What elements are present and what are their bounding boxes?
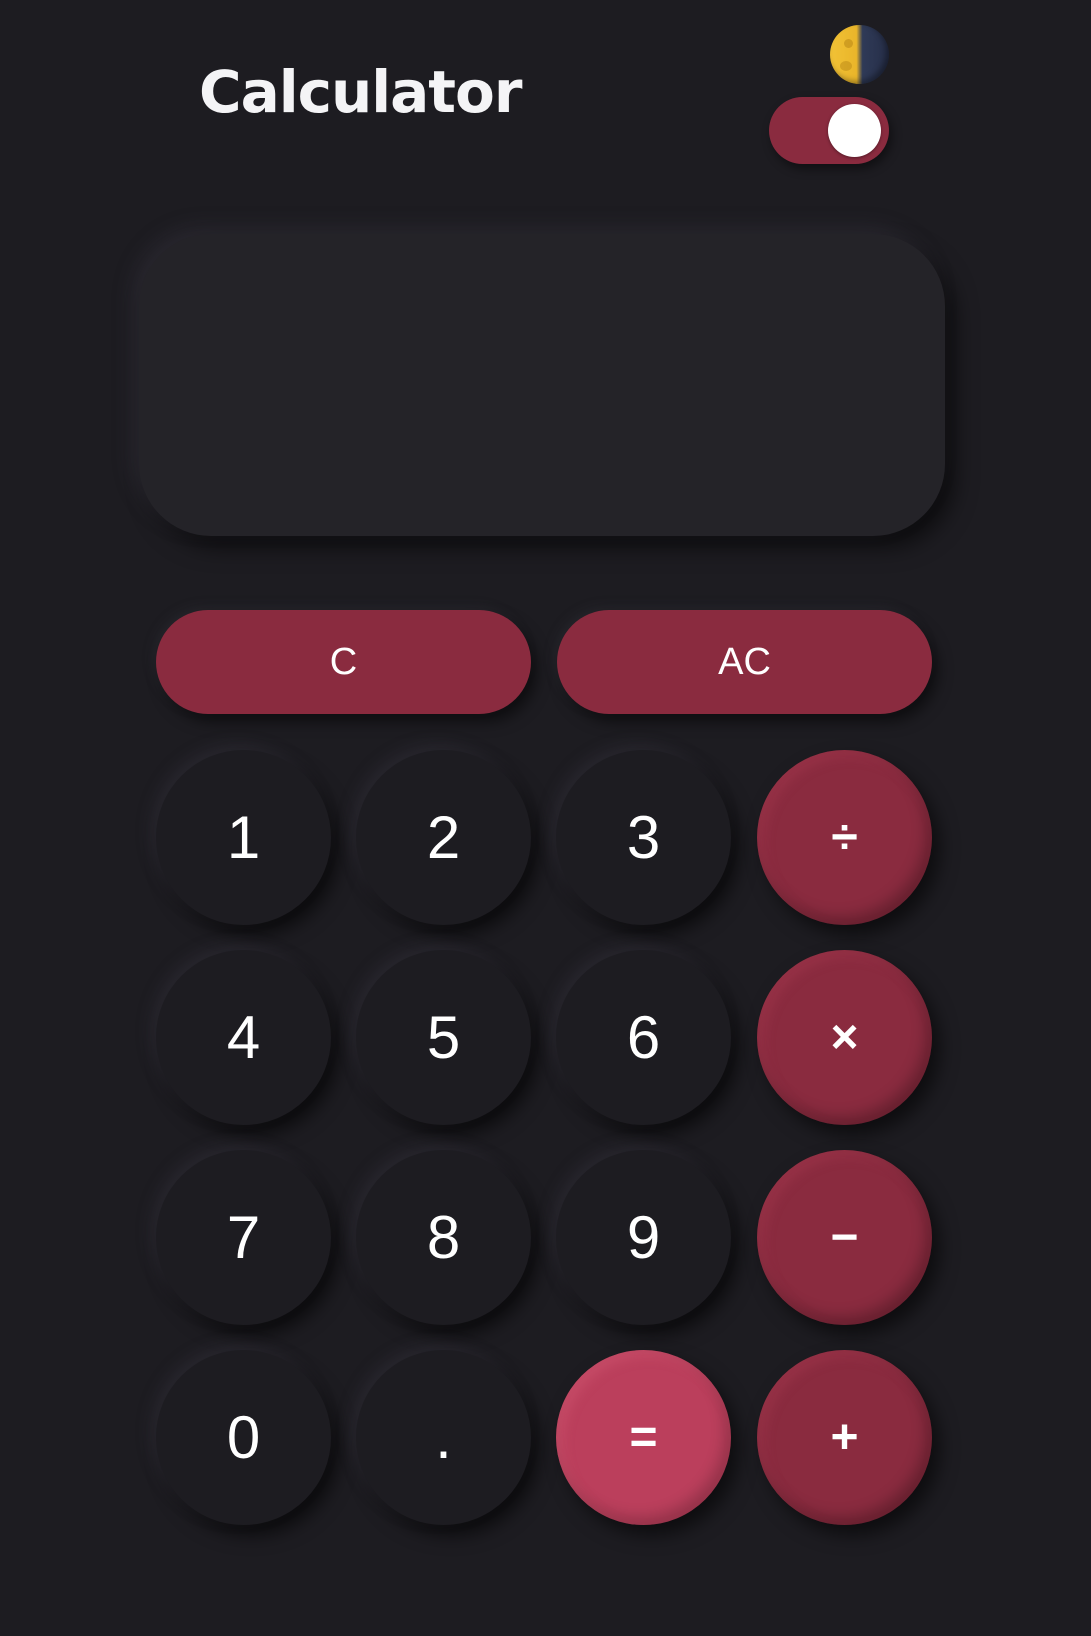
page-title: Calculator — [199, 58, 522, 126]
key-1[interactable]: 1 — [156, 750, 331, 925]
key-2[interactable]: 2 — [356, 750, 531, 925]
add-button[interactable]: + — [757, 1350, 932, 1525]
key-5[interactable]: 5 — [356, 950, 531, 1125]
key-4[interactable]: 4 — [156, 950, 331, 1125]
all-clear-button[interactable]: AC — [557, 610, 932, 714]
equals-button[interactable]: = — [556, 1350, 731, 1525]
multiply-button[interactable]: × — [757, 950, 932, 1125]
subtract-button[interactable]: − — [757, 1150, 932, 1325]
decimal-button[interactable]: . — [356, 1350, 531, 1525]
key-0[interactable]: 0 — [156, 1350, 331, 1525]
key-7[interactable]: 7 — [156, 1150, 331, 1325]
moon-icon — [830, 25, 889, 84]
clear-button[interactable]: C — [156, 610, 531, 714]
key-9[interactable]: 9 — [556, 1150, 731, 1325]
calculator-app: Calculator C AC 1 2 3 ÷ 4 5 6 × 7 8 9 − … — [0, 0, 1091, 1636]
toggle-knob — [828, 104, 881, 157]
key-3[interactable]: 3 — [556, 750, 731, 925]
key-6[interactable]: 6 — [556, 950, 731, 1125]
divide-button[interactable]: ÷ — [757, 750, 932, 925]
theme-toggle[interactable] — [769, 97, 889, 164]
calculator-display — [139, 234, 945, 536]
key-8[interactable]: 8 — [356, 1150, 531, 1325]
